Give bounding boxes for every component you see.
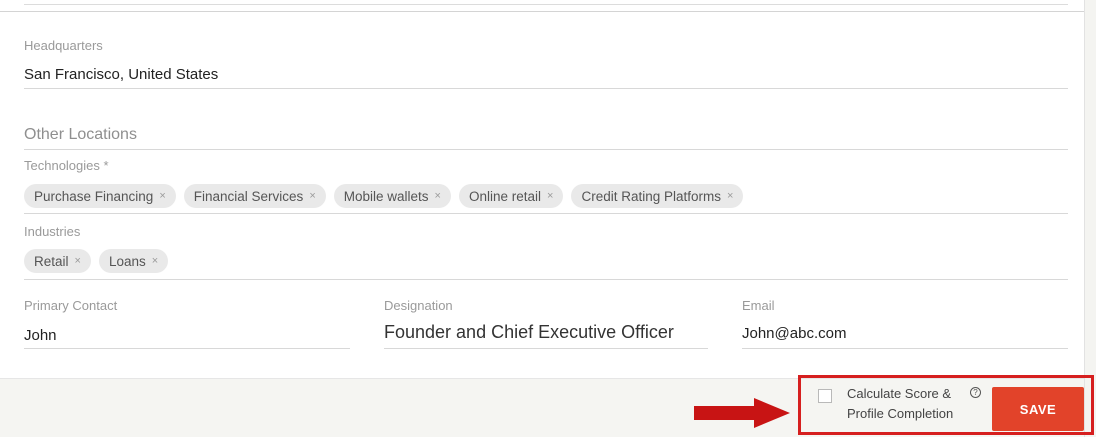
close-icon[interactable]: × <box>727 190 733 202</box>
primary-contact-underline <box>24 348 350 349</box>
chip-label: Retail <box>34 253 69 269</box>
chip-label: Financial Services <box>193 188 304 204</box>
designation-input[interactable]: Founder and Chief Executive Officer <box>384 322 674 343</box>
technology-chip: Purchase Financing × <box>24 184 176 208</box>
industry-chip: Retail × <box>24 249 91 273</box>
help-icon[interactable]: ? <box>970 387 981 398</box>
technologies-label: Technologies * <box>24 158 109 173</box>
technologies-chip-list: Purchase Financing × Financial Services × … <box>24 184 744 208</box>
save-button[interactable]: SAVE <box>992 387 1084 431</box>
company-profile-form: Headquarters San Francisco, United State… <box>0 12 1084 378</box>
headquarters-underline <box>24 88 1068 89</box>
arrow-right-icon <box>694 398 790 428</box>
primary-contact-input[interactable]: John <box>24 327 57 344</box>
chip-label: Purchase Financing <box>34 188 154 204</box>
email-label: Email <box>742 298 775 313</box>
primary-contact-label: Primary Contact <box>24 298 118 313</box>
calculate-score-checkbox[interactable] <box>818 389 832 403</box>
close-icon[interactable]: × <box>309 190 315 202</box>
designation-underline <box>384 348 708 349</box>
technologies-underline <box>24 213 1068 214</box>
close-icon[interactable]: × <box>547 190 553 202</box>
chip-label: Mobile wallets <box>343 188 429 204</box>
chip-label: Online retail <box>468 188 542 204</box>
scroll-gutter <box>1084 0 1096 437</box>
email-input[interactable]: John@abc.com <box>742 325 846 342</box>
industries-label: Industries <box>24 224 81 239</box>
designation-label: Designation <box>384 298 453 313</box>
headquarters-input[interactable]: San Francisco, United States <box>24 66 218 83</box>
email-underline <box>742 348 1068 349</box>
close-icon[interactable]: × <box>75 255 81 267</box>
chip-label: Credit Rating Platforms <box>581 188 722 204</box>
technology-chip: Mobile wallets × <box>333 184 451 208</box>
industries-chip-list: Retail × Loans × <box>24 249 169 273</box>
industry-chip: Loans × <box>98 249 169 273</box>
technology-chip: Online retail × <box>458 184 564 208</box>
headquarters-label: Headquarters <box>24 38 103 53</box>
close-icon[interactable]: × <box>159 190 165 202</box>
technology-chip: Financial Services × <box>183 184 326 208</box>
close-icon[interactable]: × <box>435 190 441 202</box>
other-locations-underline <box>24 149 1068 150</box>
technology-chip: Credit Rating Platforms × <box>571 184 744 208</box>
other-locations-input[interactable]: Other Locations <box>24 126 137 144</box>
chip-label: Loans <box>108 253 146 269</box>
close-icon[interactable]: × <box>152 255 158 267</box>
previous-field-edge <box>0 0 1096 12</box>
calculate-score-label[interactable]: Calculate Score & Profile Completion <box>847 384 977 424</box>
industries-underline <box>24 279 1068 280</box>
